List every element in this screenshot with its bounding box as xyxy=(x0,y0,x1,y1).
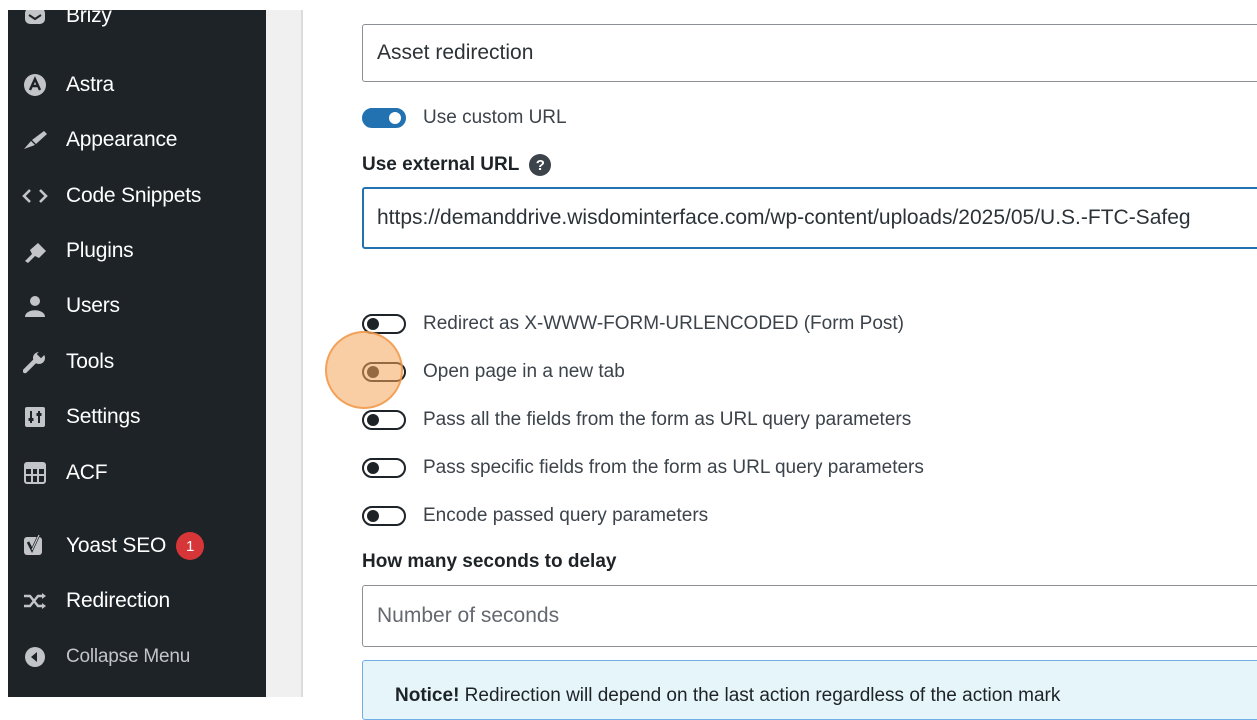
paintbrush-icon xyxy=(20,128,50,152)
sidebar-item-appearance[interactable]: Appearance xyxy=(8,118,266,162)
external-url-label: Use external URL ? xyxy=(362,154,552,176)
user-icon xyxy=(20,294,50,318)
sidebar-item-astra[interactable]: Astra xyxy=(8,63,266,107)
toggle-label: Redirect as X-WWW-FORM-URLENCODED (Form … xyxy=(423,313,904,334)
notice-text: Redirection will depend on the last acti… xyxy=(459,685,1061,706)
toggle-label: Pass all the fields from the form as URL… xyxy=(423,409,912,430)
sidebar-item-code-snippets[interactable]: Code Snippets xyxy=(8,174,266,218)
toggle-label: Pass specific fields from the form as UR… xyxy=(423,457,924,478)
collapse-arrow-icon xyxy=(20,645,50,669)
pass-all-fields-row: Pass all the fields from the form as URL… xyxy=(362,405,911,435)
sidebar-item-settings[interactable]: Settings xyxy=(8,395,266,439)
sidebar-item-label: Tools xyxy=(66,350,115,373)
use-custom-url-row: Use custom URL xyxy=(362,103,567,133)
use-custom-url-toggle[interactable] xyxy=(362,108,406,128)
form-post-toggle[interactable] xyxy=(362,314,406,334)
sidebar-item-label: Users xyxy=(66,294,120,317)
shuffle-icon xyxy=(20,589,50,613)
sidebar-item-label: Redirection xyxy=(66,589,171,612)
notification-badge: 1 xyxy=(176,532,205,560)
pass-specific-fields-row: Pass specific fields from the form as UR… xyxy=(362,453,924,483)
plug-icon xyxy=(20,239,50,263)
sidebar-item-label: Yoast SEO xyxy=(66,534,167,557)
toggle-label: Open page in a new tab xyxy=(423,361,625,382)
sidebar-item-label: Appearance xyxy=(66,128,178,151)
collapse-menu-button[interactable]: Collapse Menu xyxy=(8,635,266,679)
notice-box: Notice! Redirection will depend on the l… xyxy=(362,660,1257,720)
code-icon xyxy=(20,184,50,208)
toggle-knob xyxy=(367,414,379,426)
wrench-icon xyxy=(20,350,50,374)
sidebar-item-users[interactable]: Users xyxy=(8,284,266,328)
form-post-row: Redirect as X-WWW-FORM-URLENCODED (Form … xyxy=(362,309,904,339)
delay-label: How many seconds to delay xyxy=(362,551,617,572)
sidebar-item-label: ACF xyxy=(66,461,108,484)
sidebar-item-redirection[interactable]: Redirection xyxy=(8,579,266,623)
astra-icon xyxy=(20,73,50,97)
sidebar-item-label: Settings xyxy=(66,405,141,428)
notice-strong: Notice! xyxy=(395,685,460,706)
content-gutter xyxy=(266,0,302,697)
sidebar-item-tools[interactable]: Tools xyxy=(8,340,266,384)
sidebar-item-label: Astra xyxy=(66,73,115,96)
collapse-menu-label: Collapse Menu xyxy=(66,646,191,667)
pass-all-fields-toggle[interactable] xyxy=(362,410,406,430)
toggle-knob xyxy=(367,510,379,522)
redirect-name-input[interactable]: Asset redirection xyxy=(362,24,1257,82)
delay-seconds-input[interactable]: Number of seconds xyxy=(362,585,1257,647)
sidebar-item-label: Code Snippets xyxy=(66,184,202,207)
toggle-label: Use custom URL xyxy=(423,107,567,128)
settings-sliders-icon xyxy=(20,405,50,429)
toggle-knob xyxy=(367,462,379,474)
sidebar-item-acf[interactable]: ACF xyxy=(8,451,266,495)
toggle-label: Encode passed query parameters xyxy=(423,505,709,526)
help-question-icon[interactable]: ? xyxy=(529,154,552,176)
sidebar-item-label: Plugins xyxy=(66,239,134,262)
new-tab-row: Open page in a new tab xyxy=(362,357,625,387)
encode-params-row: Encode passed query parameters xyxy=(362,501,708,531)
toggle-knob xyxy=(367,366,379,378)
top-strip xyxy=(0,0,1257,10)
table-grid-icon xyxy=(20,461,50,485)
sidebar-item-yoast-seo[interactable]: Yoast SEO 1 xyxy=(8,524,266,568)
pass-specific-fields-toggle[interactable] xyxy=(362,458,406,478)
encode-params-toggle[interactable] xyxy=(362,506,406,526)
new-tab-toggle[interactable] xyxy=(362,362,406,382)
yoast-icon xyxy=(20,534,50,558)
external-url-label-text: Use external URL xyxy=(362,154,520,175)
toggle-knob xyxy=(389,112,401,124)
toggle-knob xyxy=(367,318,379,330)
external-url-input[interactable]: https://demanddrive.wisdominterface.com/… xyxy=(362,187,1257,249)
admin-sidebar: Brizy Astra Appearance Code Snippets Plu… xyxy=(8,0,266,697)
sidebar-item-plugins[interactable]: Plugins xyxy=(8,229,266,273)
